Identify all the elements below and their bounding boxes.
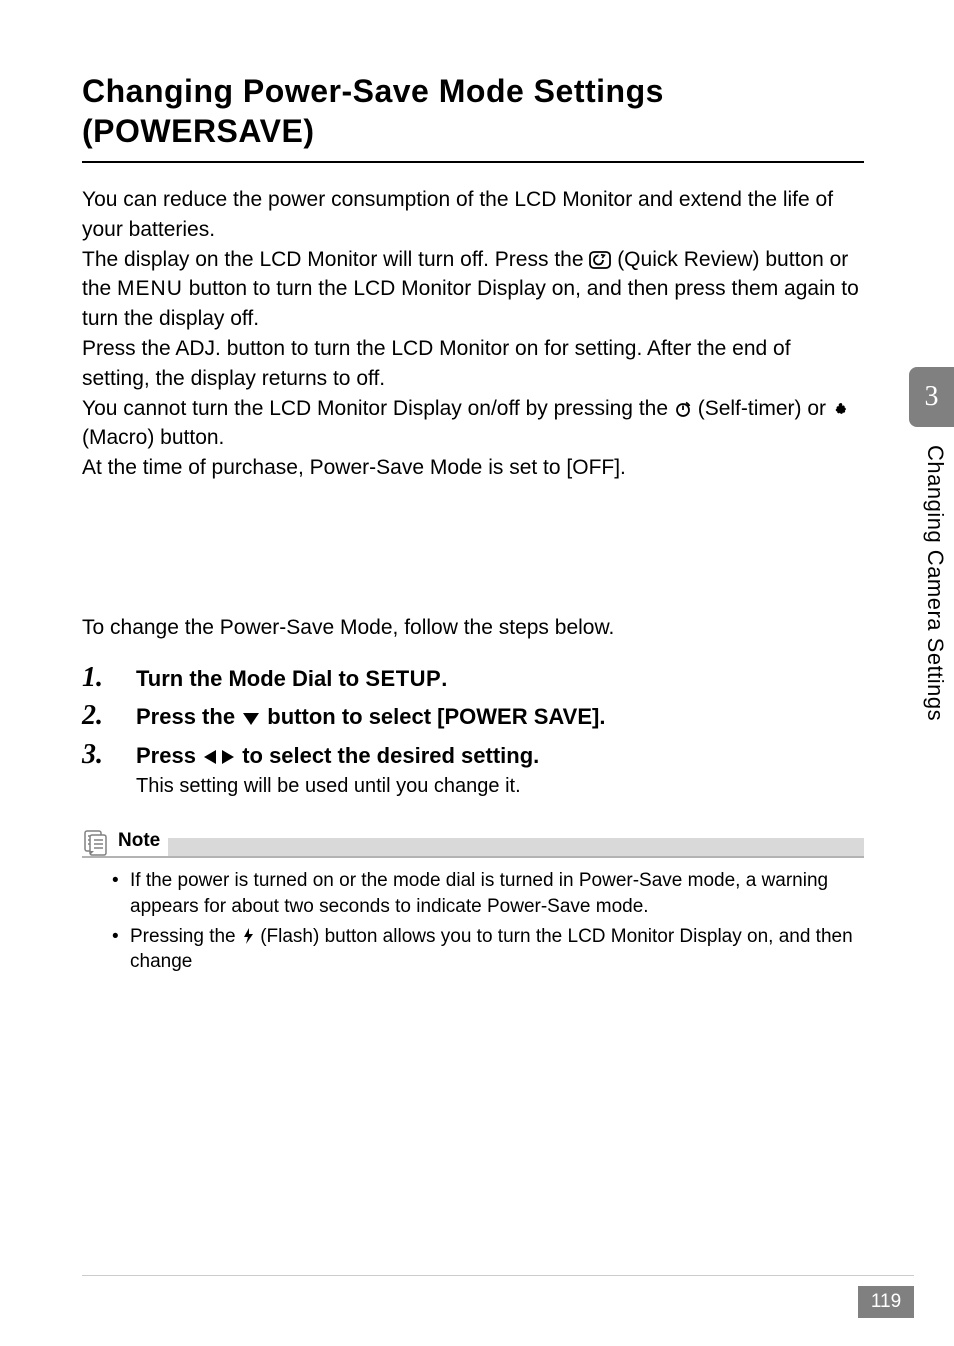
menu-word: MENU xyxy=(117,277,183,300)
step-2: Press the button to select [POWER SAVE]. xyxy=(82,702,774,732)
chapter-label: Changing Camera Settings xyxy=(924,445,946,721)
intro-p4c: (Macro) button. xyxy=(82,426,224,449)
note-item-2: Pressing the (Flash) button allows you t… xyxy=(112,924,864,975)
intro-text: You can reduce the power consumption of … xyxy=(82,185,864,483)
step-1: Turn the Mode Dial to SETUP. xyxy=(82,664,774,694)
flash-icon xyxy=(241,927,255,945)
step-1-post: . xyxy=(441,666,447,691)
intro-p2: The display on the LCD Monitor will turn… xyxy=(82,245,864,334)
step-3-mid: to select the desired setting. xyxy=(242,743,539,768)
footer-rule: 119 xyxy=(82,1275,914,1276)
page-heading: Changing Power-Save Mode Settings (POWER… xyxy=(82,71,864,163)
step-2-pre: Press the xyxy=(136,704,241,729)
step-2-head: Press the button to select [POWER SAVE]. xyxy=(136,702,774,732)
note-header: Note xyxy=(82,828,864,858)
step-1-head: Turn the Mode Dial to SETUP. xyxy=(136,664,774,694)
note-item-2-pre: Pressing the xyxy=(130,926,241,947)
page-number: 119 xyxy=(858,1286,914,1318)
steps-list: Turn the Mode Dial to SETUP. Press the b… xyxy=(82,664,894,801)
intro-p4a: You cannot turn the LCD Monitor Display … xyxy=(82,397,674,420)
down-arrow-icon xyxy=(241,709,261,727)
step-3-pre: Press xyxy=(136,743,202,768)
step-3-head: Press to select the desired setting. xyxy=(136,741,774,771)
chapter-tab: 3 xyxy=(909,367,954,427)
intro-p2a: The display on the LCD Monitor will turn… xyxy=(82,248,589,271)
step-1-pre: Turn the Mode Dial to xyxy=(136,666,365,691)
note-items: If the power is turned on or the mode di… xyxy=(112,868,864,975)
step-2-mid: button to select [POWER SAVE]. xyxy=(267,704,605,729)
note-item-1: If the power is turned on or the mode di… xyxy=(112,868,864,919)
side-band: 3 Changing Camera Settings xyxy=(894,0,954,1346)
setup-word: SETUP xyxy=(365,666,441,691)
intro-p1: You can reduce the power consumption of … xyxy=(82,185,864,245)
step-3-body: This setting will be used until you chan… xyxy=(136,773,774,801)
self-timer-icon xyxy=(674,400,692,418)
macro-icon xyxy=(832,400,850,418)
intro-p3: Press the ADJ. button to turn the LCD Mo… xyxy=(82,334,864,394)
left-right-arrow-icon xyxy=(202,748,236,766)
lead-text: To change the Power-Save Mode, follow th… xyxy=(82,613,774,643)
quick-review-icon xyxy=(589,251,611,269)
intro-p2c: button to turn the LCD Monitor Display o… xyxy=(82,277,859,330)
note-bar xyxy=(168,838,864,856)
intro-p5: At the time of purchase, Power-Save Mode… xyxy=(82,453,864,483)
note-label: Note xyxy=(118,830,160,854)
intro-p4b: (Self-timer) or xyxy=(698,397,832,420)
intro-p4: You cannot turn the LCD Monitor Display … xyxy=(82,394,864,454)
note-block: Note If the power is turned on or the mo… xyxy=(82,828,864,975)
note-icon xyxy=(82,828,110,856)
step-3: Press to select the desired setting. Thi… xyxy=(82,741,774,801)
